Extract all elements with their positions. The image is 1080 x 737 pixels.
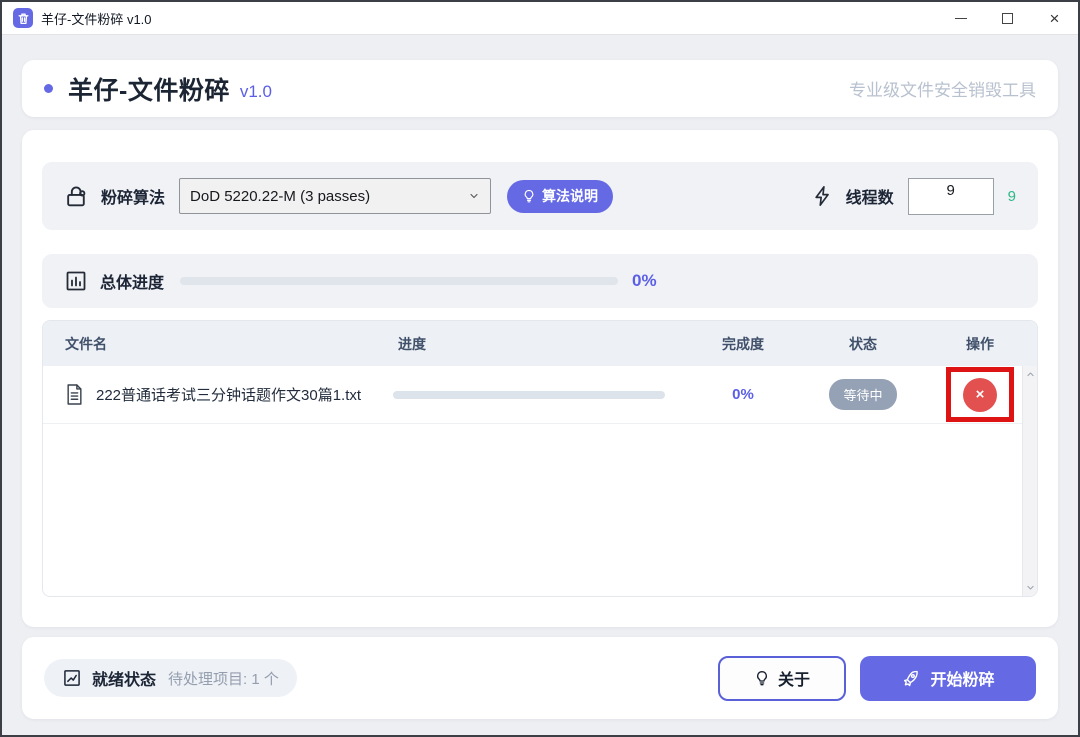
algorithm-select[interactable]: DoD 5220.22-M (3 passes) xyxy=(179,178,491,214)
app-title: 羊仔-文件粉碎 xyxy=(68,71,230,107)
threads-input[interactable]: 9 xyxy=(908,178,994,215)
overall-progress-percent: 0% xyxy=(632,271,657,291)
start-shred-button[interactable]: 开始粉碎 xyxy=(860,656,1036,701)
file-progress-bar xyxy=(393,391,665,399)
algorithm-selected-value: DoD 5220.22-M (3 passes) xyxy=(190,188,370,205)
column-header-status: 状态 xyxy=(803,334,923,354)
maximize-button[interactable] xyxy=(984,2,1031,34)
about-label: 关于 xyxy=(778,666,810,690)
red-highlight-annotation: × xyxy=(946,367,1014,422)
column-header-filename: 文件名 xyxy=(43,334,393,354)
overall-progress-bar xyxy=(180,277,618,285)
scroll-up-icon[interactable] xyxy=(1026,370,1035,379)
header-card: 羊仔-文件粉碎 v1.0 专业级文件安全销毁工具 xyxy=(22,60,1058,117)
file-name: 222普通话考试三分钟话题作文30篇1.txt xyxy=(96,384,361,405)
scroll-down-icon[interactable] xyxy=(1026,583,1035,592)
column-header-progress: 进度 xyxy=(393,334,683,354)
rocket-icon xyxy=(901,669,920,688)
threads-label: 线程数 xyxy=(846,184,894,208)
column-header-completion: 完成度 xyxy=(683,334,803,354)
table-scrollbar[interactable] xyxy=(1022,366,1037,596)
ready-status-label: 就绪状态 xyxy=(92,666,156,690)
filename-cell: 222普通话考试三分钟话题作文30篇1.txt xyxy=(43,383,393,406)
remove-x-icon: × xyxy=(976,386,985,403)
about-button[interactable]: 关于 xyxy=(718,656,846,701)
window-controls: × xyxy=(937,2,1078,34)
file-completion: 0% xyxy=(683,386,803,403)
bulb-icon xyxy=(522,189,536,203)
app-window: 羊仔-文件粉碎 v1.0 × 羊仔-文件粉碎 v1.0 专业级文件安全销毁工具 … xyxy=(0,0,1080,737)
header-dot-icon xyxy=(44,84,53,93)
table-row: 222普通话考试三分钟话题作文30篇1.txt 0% 等待中 × xyxy=(43,366,1037,424)
minimize-button[interactable] xyxy=(937,2,984,34)
column-header-action: 操作 xyxy=(923,334,1037,354)
minimize-icon xyxy=(955,18,967,19)
main-card: 粉碎算法 DoD 5220.22-M (3 passes) 算法说明 线程数 xyxy=(22,130,1058,627)
start-shred-label: 开始粉碎 xyxy=(930,666,994,690)
footer-card: 就绪状态 待处理项目: 1 个 关于 开始粉碎 xyxy=(22,637,1058,719)
threads-value: 9 xyxy=(946,182,954,199)
bar-chart-icon xyxy=(64,269,88,293)
titlebar: 羊仔-文件粉碎 v1.0 × xyxy=(2,2,1078,35)
file-progress-cell xyxy=(393,391,683,399)
algorithm-help-button[interactable]: 算法说明 xyxy=(507,180,613,213)
chevron-down-icon xyxy=(468,190,480,202)
trend-chart-icon xyxy=(62,668,82,688)
app-version: v1.0 xyxy=(240,82,272,102)
algorithm-label: 粉碎算法 xyxy=(101,184,165,208)
window-title: 羊仔-文件粉碎 v1.0 xyxy=(41,9,152,28)
threads-group: 线程数 9 9 xyxy=(812,178,1016,215)
threads-applied-value: 9 xyxy=(1008,188,1016,205)
remove-file-button[interactable]: × xyxy=(963,378,997,412)
close-icon: × xyxy=(1050,10,1060,27)
app-logo-trash-icon xyxy=(13,8,33,28)
settings-row: 粉碎算法 DoD 5220.22-M (3 passes) 算法说明 线程数 xyxy=(42,162,1038,230)
status-badge: 等待中 xyxy=(829,379,896,410)
lock-icon xyxy=(64,184,89,209)
app-tagline: 专业级文件安全销毁工具 xyxy=(849,76,1036,101)
close-button[interactable]: × xyxy=(1031,2,1078,34)
overall-progress-label: 总体进度 xyxy=(100,269,164,293)
overall-progress-row: 总体进度 0% xyxy=(42,254,1038,308)
bulb-icon xyxy=(754,670,770,686)
status-pill: 就绪状态 待处理项目: 1 个 xyxy=(44,659,297,697)
pending-items-text: 待处理项目: 1 个 xyxy=(168,668,279,689)
document-icon xyxy=(65,383,84,406)
file-table: 文件名 进度 完成度 状态 操作 222普通话考试三分钟话题作文30篇1.txt xyxy=(42,320,1038,597)
footer-actions: 关于 开始粉碎 xyxy=(718,656,1036,701)
file-status-cell: 等待中 xyxy=(803,379,923,410)
algorithm-help-label: 算法说明 xyxy=(542,186,598,206)
file-action-cell: × xyxy=(923,367,1037,422)
maximize-icon xyxy=(1002,13,1013,24)
lightning-icon xyxy=(812,185,834,207)
table-header-row: 文件名 进度 完成度 状态 操作 xyxy=(43,321,1037,366)
